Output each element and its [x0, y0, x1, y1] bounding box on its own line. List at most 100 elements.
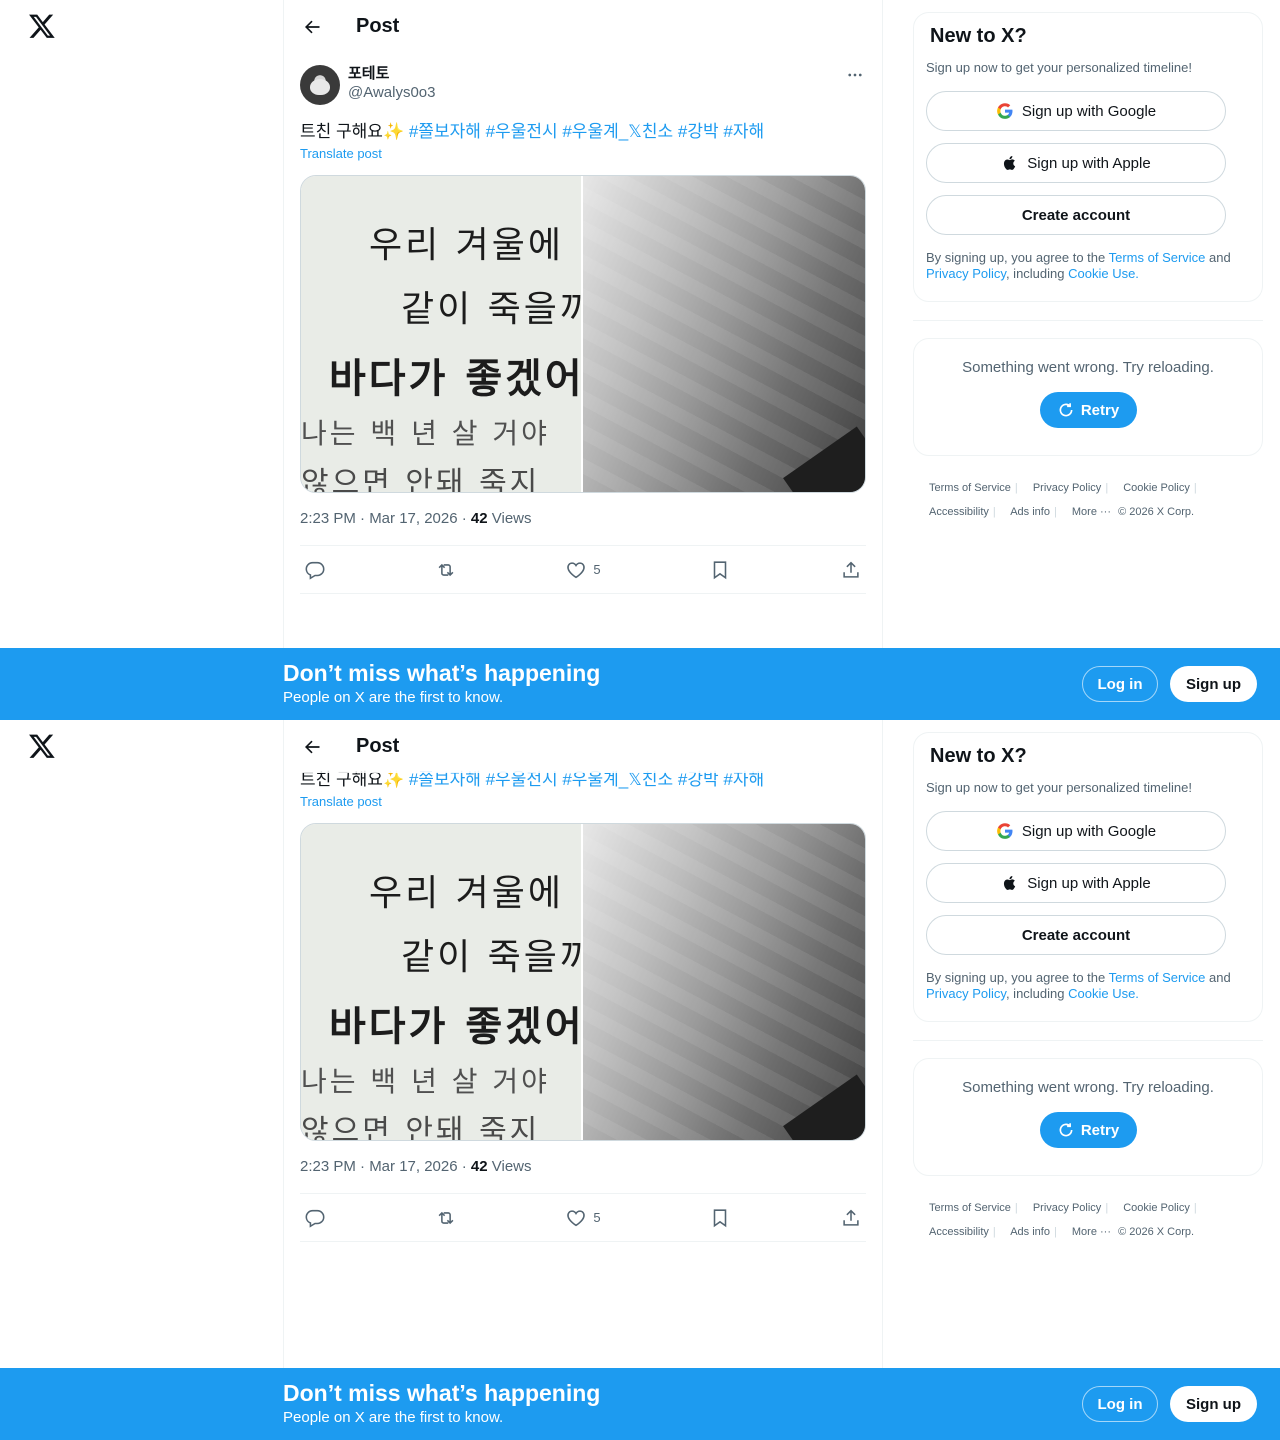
post-metadata: 2:23 PM · Mar 17, 2026 · 42 Views — [300, 507, 866, 531]
author-display-name[interactable]: 포테토 — [348, 64, 436, 83]
primary-column: Post 포테토 @Awalys0o3 트친 구해요✨ #쫄보자해 #우울전시 … — [283, 0, 883, 720]
footer-link[interactable]: Cookie Policy — [1123, 1202, 1190, 1214]
translate-post-link[interactable]: Translate post — [300, 146, 382, 161]
post-article: 포테토 @Awalys0o3 트친 구해요✨ #쫄보자해 #우울전시 #우울계_… — [300, 64, 866, 594]
note-line: 나는 백 년 살 거야 — [301, 1065, 550, 1098]
repost-icon — [438, 563, 454, 576]
note-line: 바다가 좋겠어 — [329, 1003, 583, 1050]
footer-links: Terms of Service | Privacy Policy | Cookie… — [929, 482, 1197, 518]
signup-button[interactable]: Sign up — [1170, 1386, 1257, 1422]
like-button[interactable]: 5 — [565, 559, 601, 581]
signup-banner: Don’t miss what’s happening People on X … — [0, 648, 1280, 720]
footer-link[interactable]: Terms of Service — [929, 1202, 1011, 1214]
hashtag-link[interactable]: #자해 — [723, 122, 764, 141]
more-options-icon[interactable] — [844, 64, 866, 86]
apple-signup-button[interactable]: Sign up with Apple — [926, 143, 1226, 183]
author-handle[interactable]: @Awalys0o3 — [348, 83, 436, 102]
like-button[interactable]: 5 — [565, 1207, 601, 1229]
terms-link[interactable]: Terms of Service — [1109, 970, 1206, 985]
post-timestamp[interactable]: 2:23 PM · Mar 17, 2026 · — [300, 1158, 471, 1175]
footer-link[interactable]: Terms of Service — [929, 482, 1011, 494]
banner-subtitle: People on X are the first to know. — [283, 1409, 504, 1426]
reply-icon — [305, 1209, 325, 1228]
signup-title: New to X? — [930, 25, 1027, 47]
post-actions: 5 — [300, 1193, 866, 1242]
google-icon — [997, 823, 1013, 839]
signup-banner: Don’t miss what’s happening People on X … — [0, 1368, 1280, 1440]
retry-button[interactable]: Retry — [1039, 1112, 1137, 1148]
like-count: 5 — [593, 562, 601, 577]
note-line: 우리 겨울에 — [369, 873, 565, 914]
reply-button[interactable] — [304, 1207, 326, 1229]
terms-link[interactable]: Terms of Service — [1109, 250, 1206, 265]
bookmark-icon — [714, 560, 727, 579]
footer-link[interactable]: Privacy Policy — [1033, 1202, 1101, 1214]
apple-signup-button[interactable]: Sign up with Apple — [926, 863, 1226, 903]
views-label: Views — [487, 1158, 532, 1175]
bookmark-button[interactable] — [709, 559, 731, 581]
translate-post-link[interactable]: Translate post — [300, 794, 382, 809]
note-line: 같이 죽을까 — [401, 289, 583, 330]
share-button[interactable] — [840, 559, 862, 581]
footer-link[interactable]: Accessibility — [929, 1226, 989, 1238]
handwritten-note-image[interactable]: 우리 겨울에 같이 죽을까 바다가 좋겠어 나는 백 년 살 거야 않으면 안돼… — [301, 824, 583, 1140]
repost-button[interactable] — [435, 559, 457, 581]
divider — [913, 320, 1263, 321]
create-account-button[interactable]: Create account — [926, 195, 1226, 235]
signup-title: New to X? — [930, 745, 1027, 767]
avatar[interactable] — [300, 65, 340, 105]
note-line: 바다가 좋겠어 — [329, 355, 583, 402]
repost-button[interactable] — [435, 1207, 457, 1229]
refresh-icon — [1059, 403, 1073, 417]
retry-label: Retry — [1080, 401, 1120, 419]
signup-legal-text: By signing up, you agree to the Terms of… — [926, 250, 1250, 282]
bookmark-button[interactable] — [709, 1207, 731, 1229]
login-button[interactable]: Log in — [1082, 1386, 1158, 1422]
footer-link[interactable]: Ads info — [1010, 1226, 1050, 1238]
hashtag-link[interactable]: #우울전시 — [486, 122, 558, 141]
reply-button[interactable] — [304, 559, 326, 581]
note-line: 우리 겨울에 — [369, 225, 565, 266]
screen-bottom: Post 트친 구해요✨ #쫄보자해 #우울전시 #우울계_𝕏친소 #강박 #자… — [0, 720, 1280, 1440]
privacy-link[interactable]: Privacy Policy — [926, 266, 1006, 281]
create-account-button[interactable]: Create account — [926, 915, 1226, 955]
cookie-link[interactable]: Cookie Use. — [1068, 986, 1139, 1001]
error-card: Something went wrong. Try reloading. Ret… — [913, 1058, 1263, 1176]
gray-photo-image[interactable] — [583, 176, 865, 492]
retry-button[interactable]: Retry — [1039, 392, 1137, 428]
sidebar: New to X? Sign up now to get your person… — [913, 12, 1263, 524]
legal-text: , including — [1005, 986, 1069, 1001]
refresh-icon — [1059, 1123, 1073, 1137]
back-arrow-icon[interactable] — [294, 729, 330, 765]
post-timestamp[interactable]: 2:23 PM · Mar 17, 2026 · — [300, 510, 471, 527]
footer-more-link[interactable]: More ··· — [1072, 506, 1111, 518]
share-button[interactable] — [840, 1207, 862, 1229]
signup-card: New to X? Sign up now to get your person… — [913, 12, 1263, 302]
back-arrow-icon[interactable] — [294, 9, 330, 45]
footer-link[interactable]: Accessibility — [929, 506, 989, 518]
signup-button[interactable]: Sign up — [1170, 666, 1257, 702]
google-signup-button[interactable]: Sign up with Google — [926, 91, 1226, 131]
x-logo-icon[interactable] — [28, 732, 56, 760]
retry-label: Retry — [1080, 1121, 1120, 1139]
handwritten-note-image[interactable]: 우리 겨울에 같이 죽을까 바다가 좋겠어 나는 백 년 살 거야 않으면 안돼… — [301, 176, 583, 492]
footer-link[interactable]: Cookie Policy — [1123, 482, 1190, 494]
gray-photo-image[interactable] — [583, 824, 865, 1140]
primary-column: Post 트친 구해요✨ #쫄보자해 #우울전시 #우울계_𝕏친소 #강박 #자… — [283, 720, 883, 1440]
cookie-link[interactable]: Cookie Use. — [1068, 266, 1139, 281]
hashtag-link[interactable]: #우울계_𝕏친소 — [562, 122, 673, 141]
hashtag-link[interactable]: #쫄보자해 — [409, 122, 481, 141]
footer-link[interactable]: Ads info — [1010, 506, 1050, 518]
login-button[interactable]: Log in — [1082, 666, 1158, 702]
hashtag-link[interactable]: #강박 — [678, 122, 719, 141]
error-message: Something went wrong. Try reloading. — [962, 359, 1214, 376]
share-icon — [843, 1209, 859, 1226]
heart-icon — [567, 1209, 586, 1226]
privacy-link[interactable]: Privacy Policy — [926, 986, 1006, 1001]
apple-signup-label: Sign up with Apple — [1027, 874, 1151, 892]
footer-link[interactable]: Privacy Policy — [1033, 482, 1101, 494]
google-signup-button[interactable]: Sign up with Google — [926, 811, 1226, 851]
x-logo-icon[interactable] — [28, 12, 56, 40]
footer-more-link[interactable]: More ··· — [1072, 1226, 1111, 1238]
note-line: 않으면 안돼 죽지 — [301, 1114, 541, 1140]
